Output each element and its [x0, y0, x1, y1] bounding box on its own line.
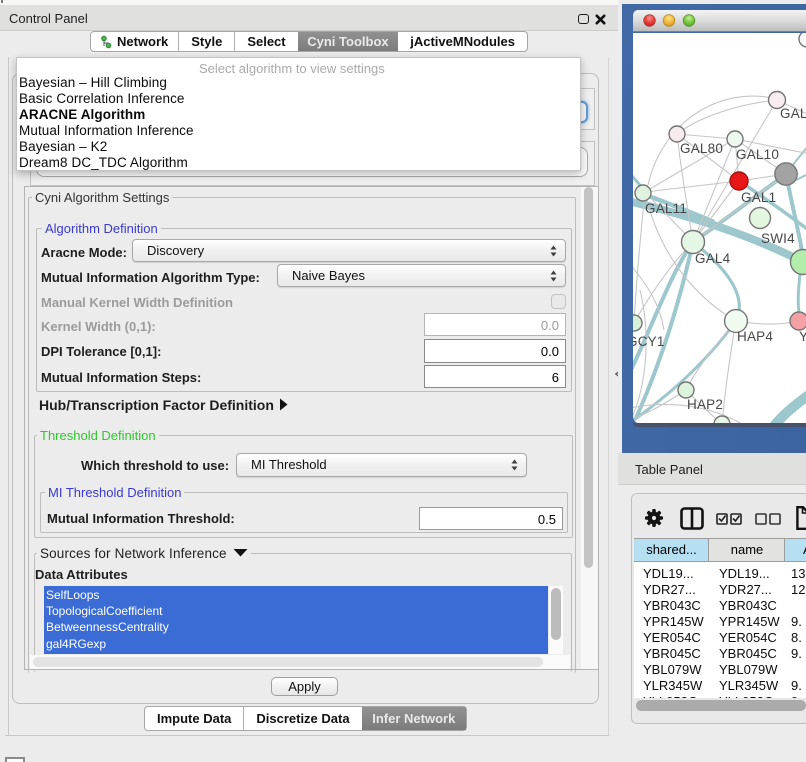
svg-text:GCY1: GCY1: [633, 334, 665, 349]
svg-text:GAL4: GAL4: [695, 251, 731, 266]
svg-text:GAL11: GAL11: [645, 201, 687, 216]
svg-text:HAP4: HAP4: [737, 329, 773, 344]
svg-text:GAL: GAL: [780, 106, 806, 121]
svg-text:HAP2: HAP2: [687, 397, 723, 412]
svg-text:SWI4: SWI4: [761, 231, 795, 246]
svg-text:Y: Y: [799, 329, 806, 344]
svg-text:GAL1: GAL1: [741, 190, 776, 205]
svg-text:GAL80: GAL80: [680, 141, 723, 156]
svg-text:GAL10: GAL10: [736, 147, 779, 162]
